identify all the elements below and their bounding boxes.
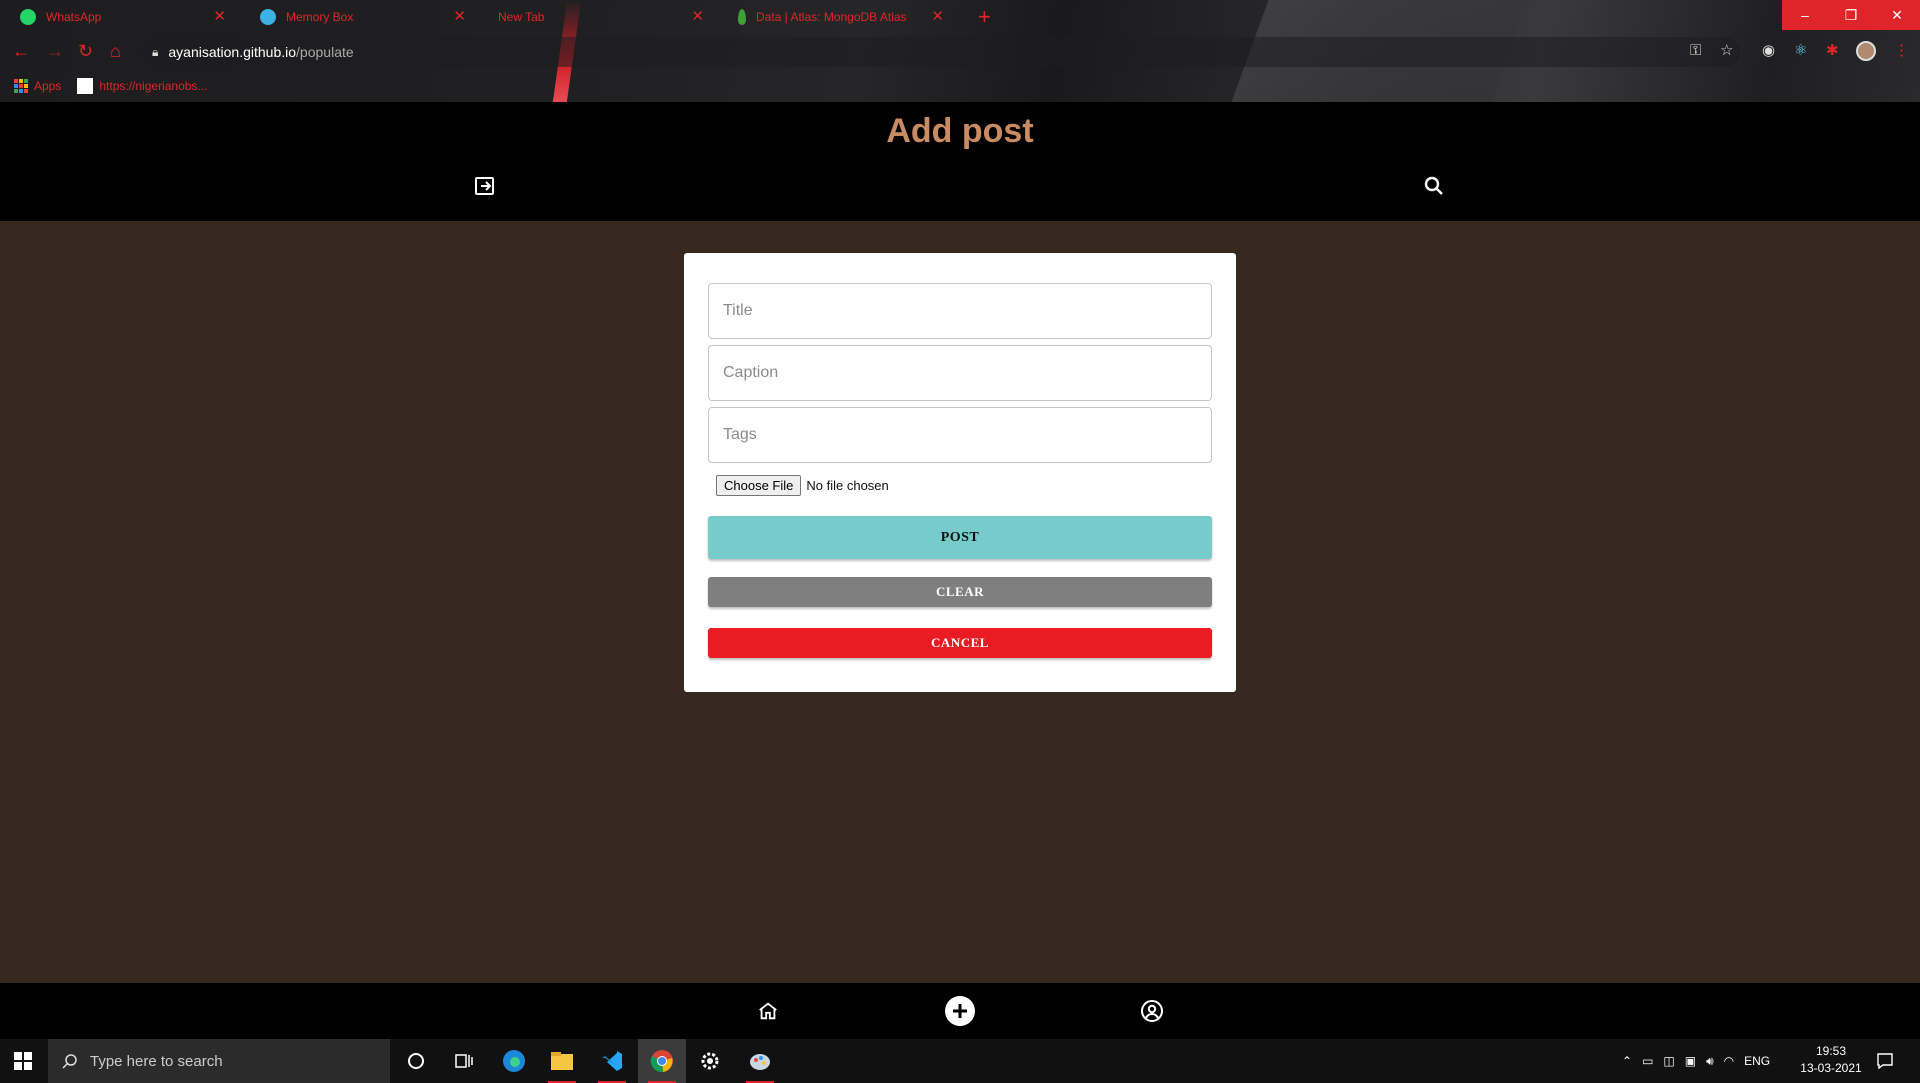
url-text: ayanisation.github.io/populate bbox=[168, 44, 354, 60]
wifi-icon[interactable]: ◠ bbox=[1724, 1054, 1734, 1068]
close-tab-icon[interactable]: ✕ bbox=[691, 9, 704, 24]
settings-gear-icon[interactable] bbox=[686, 1039, 734, 1083]
chrome-icon[interactable] bbox=[638, 1039, 686, 1083]
tab-title: New Tab bbox=[498, 10, 545, 24]
close-tab-icon[interactable]: ✕ bbox=[213, 9, 226, 24]
task-view-icon[interactable] bbox=[440, 1039, 488, 1083]
menu-kebab-icon[interactable]: ⋮ bbox=[1894, 42, 1909, 60]
system-tray: ⌃ ▭ ◫ ▣ 🔊︎ ◠ ENG bbox=[1622, 1039, 1770, 1083]
lock-icon: 🔒︎ bbox=[152, 44, 159, 59]
vscode-icon[interactable] bbox=[588, 1039, 636, 1083]
tab-title: WhatsApp bbox=[46, 10, 102, 24]
taskbar-clock[interactable]: 19:53 13-03-2021 bbox=[1796, 1043, 1866, 1077]
home-icon[interactable] bbox=[753, 996, 783, 1026]
tab-title: Memory Box bbox=[286, 10, 354, 24]
meet-now-icon[interactable]: ◫ bbox=[1663, 1054, 1674, 1068]
home-browser-icon[interactable]: ⌂ bbox=[110, 42, 121, 60]
bookmark-nigerianobs[interactable]: https://nigerianobs... bbox=[77, 78, 207, 94]
display-icon[interactable]: ▣ bbox=[1685, 1054, 1696, 1068]
page-title: Add post bbox=[886, 112, 1034, 150]
memory-box-icon bbox=[260, 9, 276, 25]
edge-icon[interactable] bbox=[490, 1039, 538, 1083]
tab-strip: WhatsApp ✕ Memory Box ✕ New Tab ✕ Data |… bbox=[0, 0, 1920, 34]
paint-icon[interactable] bbox=[736, 1039, 784, 1083]
add-circle-icon[interactable] bbox=[945, 996, 975, 1026]
file-explorer-icon[interactable] bbox=[538, 1039, 586, 1083]
post-button[interactable]: POST bbox=[708, 516, 1212, 559]
caption-input[interactable] bbox=[708, 345, 1212, 401]
back-icon[interactable]: ← bbox=[12, 42, 30, 60]
windows-logo-icon bbox=[14, 1052, 32, 1070]
tags-input[interactable] bbox=[708, 407, 1212, 463]
mongodb-leaf-icon bbox=[738, 9, 746, 25]
react-devtools-icon[interactable]: ⚛ bbox=[1794, 42, 1807, 60]
extension-icon[interactable]: ◉ bbox=[1762, 42, 1775, 60]
chevron-up-icon[interactable]: ⌃ bbox=[1622, 1054, 1632, 1068]
close-window-button[interactable]: ✕ bbox=[1874, 0, 1920, 30]
clear-button[interactable]: CLEAR bbox=[708, 577, 1212, 607]
cortana-icon[interactable] bbox=[392, 1039, 440, 1083]
forward-icon[interactable]: → bbox=[46, 42, 64, 60]
taskbar-search-placeholder: Type here to search bbox=[90, 1052, 223, 1070]
key-icon[interactable]: ⚿ bbox=[1690, 42, 1701, 60]
star-icon[interactable]: ☆ bbox=[1720, 42, 1733, 60]
browser-toolbar: ← → ↻ ⌂ 🔒︎ ayanisation.github.io/populat… bbox=[0, 34, 1920, 70]
file-status: No file chosen bbox=[806, 478, 889, 493]
whatsapp-icon bbox=[20, 9, 36, 25]
browser-chrome: WhatsApp ✕ Memory Box ✕ New Tab ✕ Data |… bbox=[0, 0, 1920, 102]
clock-date: 13-03-2021 bbox=[1800, 1061, 1862, 1075]
search-icon[interactable] bbox=[1422, 174, 1446, 198]
app-header: Add post bbox=[0, 102, 1920, 221]
battery-icon[interactable]: ▭ bbox=[1642, 1054, 1653, 1068]
windows-start-button[interactable] bbox=[0, 1039, 46, 1083]
tab-mongodb-atlas[interactable]: Data | Atlas: MongoDB Atlas ✕ bbox=[718, 0, 956, 34]
new-tab-button[interactable]: + bbox=[978, 6, 991, 28]
profile-avatar[interactable] bbox=[1856, 41, 1876, 61]
notifications-icon[interactable] bbox=[1876, 1039, 1894, 1083]
bookmark-apps[interactable]: Apps bbox=[14, 79, 61, 93]
taskbar-search[interactable]: Type here to search bbox=[48, 1039, 390, 1083]
bottom-nav bbox=[0, 983, 1920, 1039]
file-upload: Choose File No file chosen bbox=[716, 475, 889, 496]
extensions-puzzle-icon[interactable]: ✱ bbox=[1826, 42, 1839, 60]
choose-file-button[interactable]: Choose File bbox=[716, 475, 802, 496]
bookmark-label: Apps bbox=[34, 79, 62, 93]
clock-time: 19:53 bbox=[1815, 1044, 1847, 1058]
windows-taskbar: Type here to search ⌃ ▭ ◫ ▣ 🔊︎ ◠ ENG 19:… bbox=[0, 1039, 1920, 1083]
add-post-form: Choose File No file chosen POST CLEAR CA… bbox=[684, 253, 1236, 692]
logout-icon[interactable] bbox=[473, 174, 497, 198]
search-icon bbox=[62, 1054, 77, 1069]
close-tab-icon[interactable]: ✕ bbox=[453, 9, 466, 24]
minimize-button[interactable]: – bbox=[1782, 0, 1828, 30]
bookmark-label: https://nigerianobs... bbox=[99, 79, 208, 93]
volume-icon[interactable]: 🔊︎ bbox=[1706, 1054, 1714, 1069]
address-bar[interactable]: 🔒︎ ayanisation.github.io/populate bbox=[140, 37, 1740, 67]
apps-grid-icon bbox=[14, 79, 28, 93]
title-input[interactable] bbox=[708, 283, 1212, 339]
site-favicon bbox=[77, 78, 94, 94]
restore-button[interactable]: ❐ bbox=[1828, 0, 1874, 30]
tab-new-tab[interactable]: New Tab ✕ bbox=[478, 0, 716, 34]
tab-whatsapp[interactable]: WhatsApp ✕ bbox=[0, 0, 238, 34]
account-circle-icon[interactable] bbox=[1137, 996, 1167, 1026]
tab-memory-box[interactable]: Memory Box ✕ bbox=[240, 0, 478, 34]
reload-icon[interactable]: ↻ bbox=[78, 42, 93, 60]
tab-title: Data | Atlas: MongoDB Atlas bbox=[756, 10, 907, 24]
bookmarks-bar: Apps https://nigerianobs... bbox=[0, 70, 1920, 102]
cancel-button[interactable]: CANCEL bbox=[708, 628, 1212, 658]
close-tab-icon[interactable]: ✕ bbox=[931, 9, 944, 24]
language-indicator[interactable]: ENG bbox=[1744, 1054, 1770, 1068]
